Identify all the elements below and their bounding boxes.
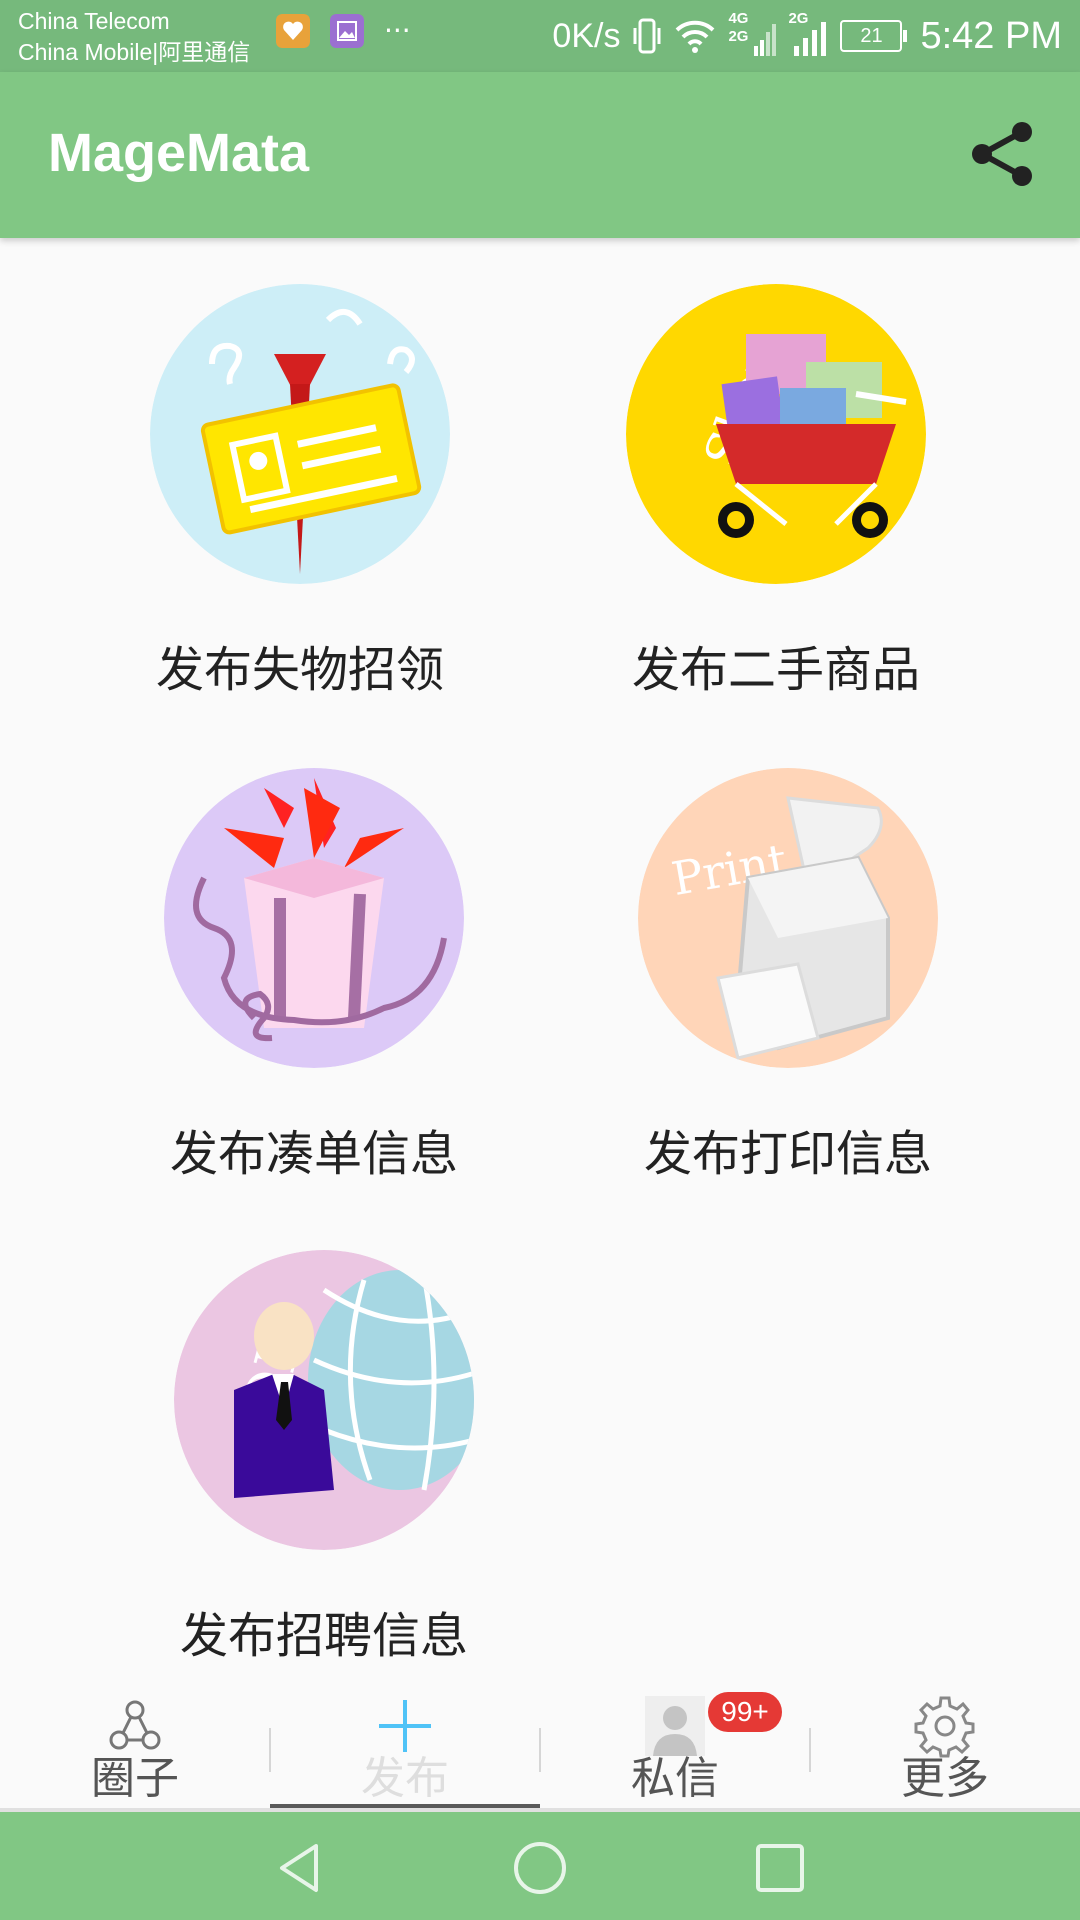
gallery-notification-icon [330, 14, 364, 48]
back-icon[interactable] [270, 1838, 330, 1898]
tab-label: 更多 [901, 1753, 989, 1804]
carrier-2: China Mobile|阿里通信 [18, 39, 251, 65]
signal-1: 4G 2G [728, 10, 777, 58]
bottom-navigation: 圈子 发布 私信 更多 [0, 1688, 1080, 1812]
tile-second-hand[interactable]: Shop 发布二手商品 [596, 284, 956, 700]
net-speed: 0K/s [552, 16, 621, 55]
circle-nodes-icon [109, 1700, 161, 1750]
printer-icon: Print [638, 768, 938, 1068]
clock: 5:42 PM [920, 14, 1062, 57]
app-title: MageMata [48, 123, 310, 183]
signal-bars-icon-2 [794, 22, 827, 56]
tab-label: 发布 [361, 1753, 449, 1804]
tile-group-order[interactable]: 发布凑单信息 [134, 768, 494, 1184]
more-notifications: ··· [384, 14, 411, 47]
tab-label: 私信 [631, 1753, 719, 1804]
network-type-1: 4G [728, 10, 749, 27]
tile-lost-and-found[interactable]: 发布失物招领 [120, 284, 480, 700]
vibrate-icon [633, 18, 661, 54]
tile-label: 发布打印信息 [643, 1126, 932, 1182]
carrier-info: China Telecom China Mobile|阿里通信 [18, 6, 250, 68]
app-notification-icon [276, 14, 310, 48]
lost-and-found-icon [150, 284, 450, 584]
tile-label: 发布凑单信息 [169, 1126, 458, 1182]
tab-label: 圈子 [91, 1753, 179, 1804]
tile-label: 发布二手商品 [631, 642, 920, 698]
signal-2: 2G [788, 10, 828, 58]
plus-icon [379, 1700, 431, 1752]
tile-print[interactable]: Print 发布打印信息 [608, 768, 968, 1184]
carrier-1: China Telecom [18, 8, 170, 34]
wifi-icon [676, 20, 715, 53]
recents-icon[interactable] [750, 1838, 810, 1898]
publish-grid: 发布失物招领 Shop 发布二手商品 [0, 238, 1080, 1688]
unread-badge: 99+ [708, 1692, 782, 1732]
system-navigation-bar [0, 1812, 1080, 1920]
status-indicators: 0K/s 4G 2G 2G 21 5:42 PM [552, 10, 1062, 62]
tab-publish[interactable]: 发布 [270, 1688, 540, 1808]
signal-bars-icon [754, 24, 777, 56]
app-bar: MageMata [0, 72, 1080, 238]
shop-cart-icon: Shop [626, 284, 926, 584]
tile-job[interactable]: JOB 发布招聘信息 [144, 1250, 504, 1666]
gift-box-icon [164, 768, 464, 1068]
home-icon[interactable] [510, 1838, 570, 1898]
share-icon[interactable] [964, 116, 1040, 192]
status-bar: China Telecom China Mobile|阿里通信 ··· 0K/s… [0, 0, 1080, 72]
gear-icon [914, 1696, 975, 1758]
tile-label: 发布招聘信息 [179, 1608, 468, 1664]
battery-icon: 21 [840, 20, 908, 52]
tile-label: 发布失物招领 [155, 642, 444, 698]
network-type-2: 2G [728, 28, 749, 45]
notification-icons: ··· [276, 14, 411, 48]
tab-circles[interactable]: 圈子 [0, 1688, 270, 1808]
tab-more[interactable]: 更多 [810, 1688, 1080, 1808]
person-avatar-icon [645, 1696, 705, 1756]
job-icon: JOB [174, 1250, 474, 1550]
